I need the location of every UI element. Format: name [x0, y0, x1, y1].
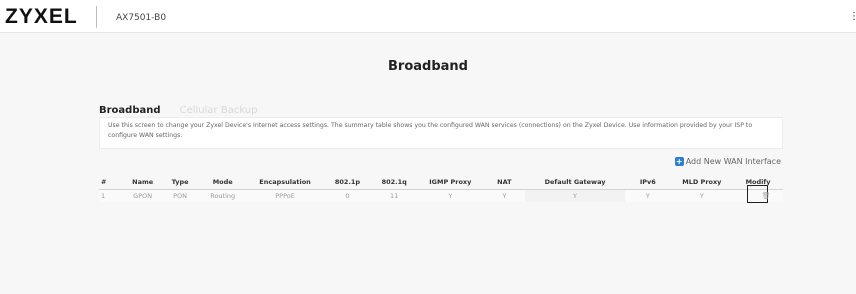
- cell-index: 1: [99, 189, 124, 202]
- table-row: 1 GPON PON Routing PPPoE 0 11 Y Y Y Y Y …: [99, 185, 783, 203]
- col-nat: NAT: [483, 175, 526, 190]
- cell-mode: Routing: [198, 189, 247, 202]
- col-mode: Mode: [198, 175, 247, 190]
- col-8021p: 802.1p: [323, 175, 372, 190]
- tab-broadband[interactable]: Broadband: [99, 105, 161, 119]
- col-ipv6: IPv6: [624, 175, 671, 190]
- cell-ipv6: Y: [624, 189, 671, 202]
- description-text: Use this screen to change your Zyxel Dev…: [108, 122, 753, 139]
- table-header-row: # Name Type Mode Encapsulation 802.1p 80…: [99, 175, 783, 190]
- tab-bar: Broadband Cellular Backup: [99, 98, 272, 119]
- add-new-wan-button[interactable]: + Add New WAN Interface: [674, 157, 781, 166]
- menu-icon[interactable]: ⋮: [849, 12, 856, 22]
- add-new-wan-label: Add New WAN Interface: [685, 157, 781, 166]
- wan-table: # Name Type Mode Encapsulation 802.1p 80…: [99, 175, 783, 203]
- page-title: Broadband: [388, 59, 468, 74]
- zyxel-logo: ZYXEL: [5, 5, 78, 28]
- tab-cellular-backup[interactable]: Cellular Backup: [180, 105, 258, 116]
- cell-nat: Y: [483, 189, 526, 202]
- cell-encapsulation: PPPoE: [246, 189, 324, 202]
- cell-modify: 🗑: [733, 185, 783, 203]
- description-panel: Use this screen to change your Zyxel Dev…: [99, 117, 783, 149]
- col-index: #: [99, 175, 124, 190]
- col-mld-proxy: MLD Proxy: [670, 175, 734, 190]
- cell-8021q: 11: [371, 189, 418, 202]
- cell-type: PON: [161, 189, 199, 202]
- col-type: Type: [161, 175, 199, 190]
- col-default-gateway: Default Gateway: [525, 175, 625, 190]
- top-bar: ZYXEL AX7501-B0 ⋮: [0, 0, 856, 32]
- cell-default-gateway: Y: [525, 189, 625, 202]
- cell-igmp-proxy: Y: [417, 189, 484, 202]
- trash-icon[interactable]: 🗑: [762, 192, 771, 200]
- col-igmp-proxy: IGMP Proxy: [417, 175, 484, 190]
- cell-mld-proxy: Y: [670, 189, 734, 202]
- col-name: Name: [123, 175, 162, 190]
- plus-icon: +: [674, 157, 684, 166]
- col-encapsulation: Encapsulation: [246, 175, 324, 190]
- header-divider: [96, 6, 97, 28]
- device-model: AX7501-B0: [116, 13, 167, 23]
- cell-name: GPON: [123, 189, 162, 202]
- main-content: Broadband Broadband Cellular Backup Use …: [0, 32, 856, 294]
- col-8021q: 802.1q: [371, 175, 418, 190]
- cell-8021p: 0: [323, 189, 372, 202]
